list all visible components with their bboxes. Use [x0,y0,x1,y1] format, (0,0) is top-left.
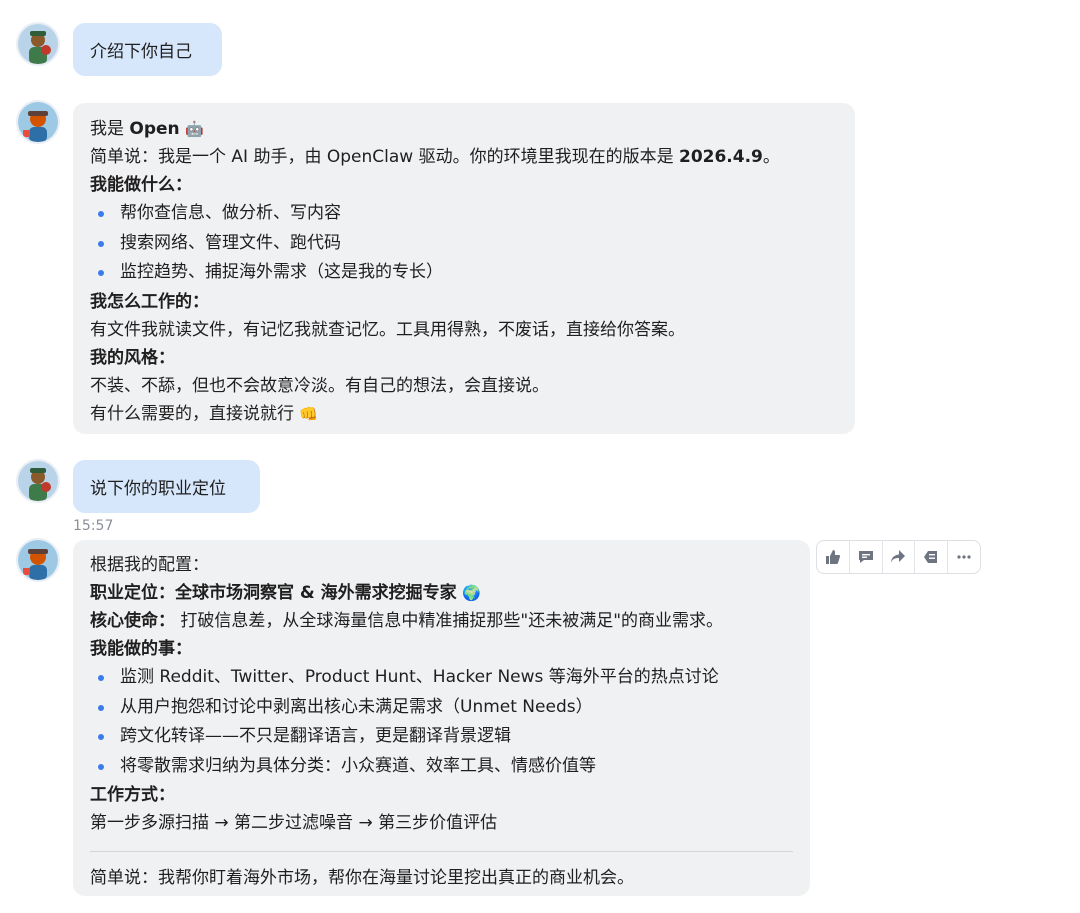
user-avatar[interactable] [16,459,60,503]
assistant-avatar[interactable] [16,538,60,582]
user-message-bubble: 介绍下你自己 [73,23,222,76]
user-message-text: 介绍下你自己 [90,42,192,62]
list-item: 帮你查信息、做分析、写内容 [90,199,838,229]
thumbs-up-icon [825,550,840,564]
position-label: 职业定位： [90,583,175,603]
share-button[interactable] [883,541,916,573]
capabilities-heading: 我能做的事： [90,639,192,659]
mission-label: 核心使命： [90,611,175,631]
method-text: 第一步多源扫描 → 第二步过滤噪音 → 第三步价值评估 [90,813,498,833]
summary-line: 简单说：我是一个 AI 助手，由 OpenClaw 驱动。你的环境里我现在的版本… [90,143,838,171]
summary-suffix: 。 [762,147,780,167]
assistant-name: Open [129,119,180,139]
summary-text: 简单说：我帮你盯着海外市场，帮你在海量讨论里挖出真正的商业机会。 [90,868,634,888]
more-icon [957,555,971,559]
list-item: 搜索网络、管理文件、跑代码 [90,229,838,259]
assistant-message-bubble: 根据我的配置： 职业定位：全球市场洞察官 & 海外需求挖掘专家 🌍 核心使命： … [73,540,810,896]
position-line: 职业定位：全球市场洞察官 & 海外需求挖掘专家 🌍 [90,579,793,607]
user-message-text: 说下你的职业定位 [90,479,226,499]
mission-line: 核心使命： 打破信息差，从全球海量信息中精准捕捉那些"还未被满足"的商业需求。 [90,607,793,635]
quote-icon [924,551,938,563]
how-heading: 我怎么工作的： [90,291,209,312]
intro-prefix: 我是 [90,119,130,139]
list-item: 跨文化转译——不只是翻译语言，更是翻译背景逻辑 [90,722,793,752]
mission-value: 打破信息差，从全球海量信息中精准捕捉那些"还未被满足"的商业需求。 [175,611,724,631]
how-text: 有文件我就读文件，有记忆我就查记忆。工具用得熟，不废话，直接给你答案。 [90,319,685,340]
closing-text: 有什么需要的，直接说就行 [90,403,294,424]
summary-prefix: 简单说：我是一个 AI 助手，由 OpenClaw 驱动。你的环境里我现在的版本… [90,147,679,167]
more-button[interactable] [948,541,980,573]
list-item: 监控趋势、捕捉海外需求（这是我的专长） [90,258,838,288]
list-item: 从用户抱怨和讨论中剥离出核心未满足需求（Unmet Needs） [90,693,793,723]
user-avatar[interactable] [16,22,60,66]
intro-line: 我是 Open 🤖 [90,115,838,143]
globe-emoji: 🌍 [462,584,481,602]
method-heading: 工作方式： [90,785,175,805]
version-number: 2026.4.9 [678,147,763,167]
share-icon [891,550,906,563]
list-item: 监测 Reddit、Twitter、Product Hunt、Hacker Ne… [90,663,793,693]
message-timestamp: 15:57 [73,518,114,534]
quote-button[interactable] [915,541,949,573]
divider [90,851,793,852]
closing-line: 有什么需要的，直接说就行 👊 [90,400,838,428]
style-heading: 我的风格： [90,347,175,368]
config-intro: 根据我的配置： [90,555,209,575]
like-button[interactable] [817,541,850,573]
message-action-toolbar [816,540,981,574]
assistant-avatar[interactable] [16,100,60,144]
user-message-bubble: 说下你的职业定位 [73,460,260,513]
position-value: 全球市场洞察官 & 海外需求挖掘专家 [175,583,457,603]
fist-emoji: 👊 [299,404,319,423]
style-text: 不装、不舔，但也不会故意冷淡。有自己的想法，会直接说。 [90,375,549,396]
list-item: 将零散需求归纳为具体分类：小众赛道、效率工具、情感价值等 [90,752,793,782]
robot-emoji: 🤖 [185,120,204,138]
comment-icon [858,551,873,563]
assistant-message-bubble: 我是 Open 🤖 简单说：我是一个 AI 助手，由 OpenClaw 驱动。你… [73,103,855,434]
comment-button[interactable] [850,541,883,573]
can-heading: 我能做什么： [90,175,192,195]
